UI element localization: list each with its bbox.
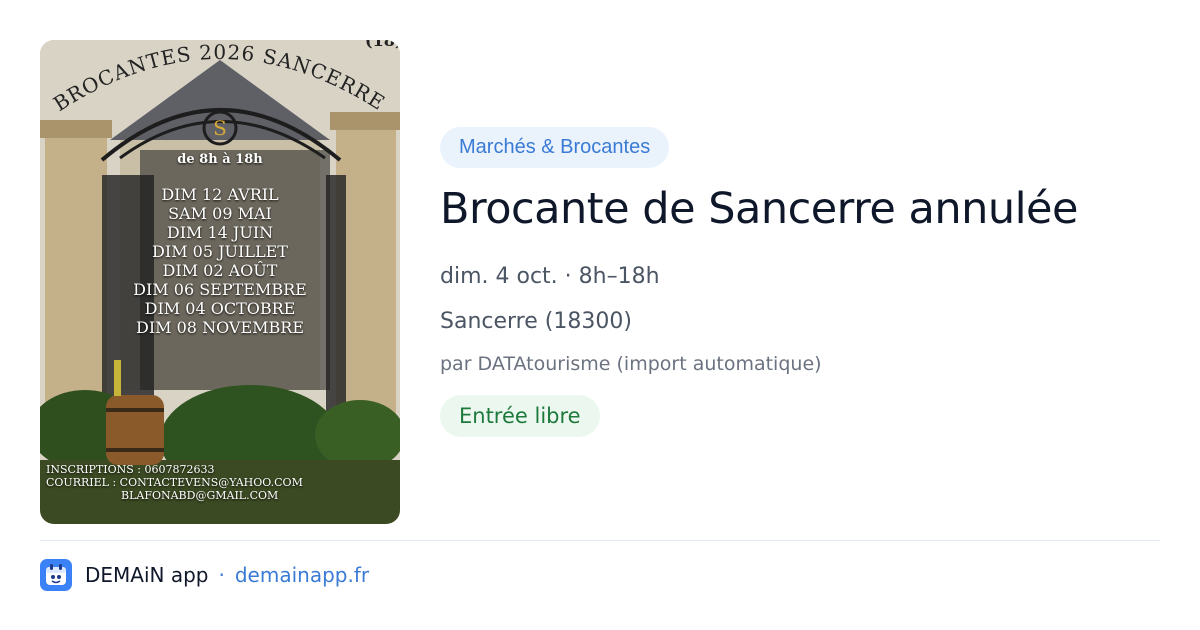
poster-date: SAM 09 MAI bbox=[168, 204, 272, 223]
poster-contact-email-2: BLAFONABD@GMAIL.COM bbox=[121, 489, 279, 502]
poster-contact-phone: INSCRIPTIONS : 0607872633 bbox=[46, 463, 215, 476]
event-source: par DATAtourisme (import automatique) bbox=[440, 353, 822, 375]
poster-date: DIM 05 JUILLET bbox=[152, 242, 288, 261]
poster-date: DIM 14 JUIN bbox=[166, 223, 274, 242]
poster-contact-email: COURRIEL : CONTACTEVENS@YAHOO.COM bbox=[46, 476, 303, 489]
demain-app-icon bbox=[40, 559, 72, 591]
poster-dept: (18) bbox=[365, 40, 400, 50]
price-badge: Entrée libre bbox=[440, 395, 600, 437]
event-poster-image: S BROCANTES 2026 SANCERRE (18) de 8h à 1… bbox=[40, 40, 400, 524]
svg-text:S: S bbox=[213, 116, 227, 140]
poster-date: DIM 02 AOÛT bbox=[162, 261, 278, 280]
poster-date: DIM 08 NOVEMBRE bbox=[136, 318, 304, 337]
site-link[interactable]: demainapp.fr bbox=[235, 563, 369, 587]
category-badge[interactable]: Marchés & Brocantes bbox=[440, 127, 670, 168]
footer-divider bbox=[40, 540, 1160, 541]
event-title: Brocante de Sancerre annulée bbox=[440, 184, 1078, 234]
poster-date: DIM 04 OCTOBRE bbox=[144, 299, 296, 318]
app-name: DEMAiN app bbox=[85, 563, 209, 587]
event-datetime: dim. 4 oct. · 8h–18h bbox=[440, 264, 660, 289]
poster-date: DIM 12 AVRIL bbox=[161, 185, 279, 204]
footer: DEMAiN app · demainapp.fr bbox=[40, 558, 369, 592]
poster-hours: de 8h à 18h bbox=[177, 152, 263, 167]
footer-separator: · bbox=[218, 563, 225, 587]
poster-date-list: DIM 12 AVRIL SAM 09 MAI DIM 14 JUIN DIM … bbox=[40, 185, 400, 337]
poster-contacts: INSCRIPTIONS : 0607872633 COURRIEL : CON… bbox=[46, 463, 303, 502]
poster-date: DIM 06 SEPTEMBRE bbox=[133, 280, 307, 299]
event-location: Sancerre (18300) bbox=[440, 309, 632, 334]
